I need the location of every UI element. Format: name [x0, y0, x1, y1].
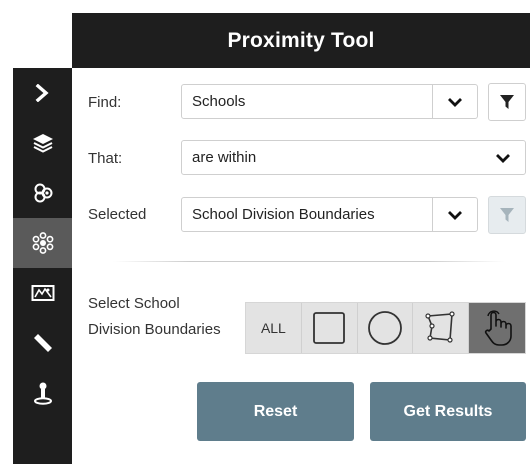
ruler-icon [33, 334, 52, 352]
selected-label: Selected [88, 206, 147, 223]
find-select[interactable]: Schools [181, 84, 478, 119]
rail-top-blank [13, 13, 72, 68]
page-title: Proximity Tool [227, 28, 375, 52]
rail-item-proximity[interactable] [13, 218, 72, 268]
select-click-button[interactable] [469, 303, 525, 353]
hand-pointer-icon [485, 310, 512, 346]
find-select-value: Schools [192, 93, 246, 110]
chevron-right-icon [35, 84, 49, 102]
get-results-button[interactable]: Get Results [370, 382, 526, 441]
chevron-down-icon [448, 210, 462, 220]
map-icon [31, 285, 54, 301]
selection-toolbar: ALL [245, 302, 526, 354]
that-label: That: [88, 150, 123, 167]
rail-item-layers[interactable] [13, 118, 72, 168]
find-label: Find: [88, 94, 122, 111]
divider [113, 261, 505, 262]
rail-item-location[interactable] [13, 368, 72, 418]
filter-icon [500, 208, 514, 222]
select-rectangle-button[interactable] [302, 303, 358, 353]
find-filter-button[interactable] [488, 83, 526, 121]
that-dropdown-toggle[interactable] [481, 141, 525, 174]
select-all-button[interactable]: ALL [246, 303, 302, 353]
polygon-icon [425, 311, 455, 343]
rectangle-icon [313, 312, 346, 344]
circle-icon [368, 311, 402, 345]
filter-icon [500, 95, 514, 109]
select-polygon-button[interactable] [413, 303, 470, 353]
person-pin-icon [33, 382, 52, 405]
chevron-down-icon [496, 153, 510, 163]
left-toolbar [13, 13, 72, 464]
proximity-tool-app: Proximity Tool Find: Schools That: are w… [13, 13, 530, 464]
layers-icon [32, 134, 53, 153]
panel-header: Proximity Tool [72, 13, 530, 68]
selected-select[interactable]: School Division Boundaries [181, 197, 478, 232]
selected-filter-button[interactable] [488, 196, 526, 234]
select-all-label: ALL [260, 320, 286, 336]
rail-item-measure[interactable] [13, 318, 72, 368]
chevron-down-icon [448, 97, 462, 107]
selected-dropdown-toggle[interactable] [432, 198, 477, 231]
rail-item-map[interactable] [13, 268, 72, 318]
select-circle-button[interactable] [358, 303, 414, 353]
reset-button[interactable]: Reset [197, 382, 354, 441]
rail-item-expand[interactable] [13, 68, 72, 118]
find-dropdown-toggle[interactable] [432, 85, 477, 118]
selection-label: Select School Division Boundaries [88, 295, 221, 338]
that-select-value: are within [192, 149, 257, 166]
buffer-icon [34, 183, 52, 203]
proximity-icon [32, 232, 53, 254]
rail-item-buffer[interactable] [13, 168, 72, 218]
that-select[interactable]: are within [181, 140, 526, 175]
selected-select-value: School Division Boundaries [192, 206, 375, 223]
